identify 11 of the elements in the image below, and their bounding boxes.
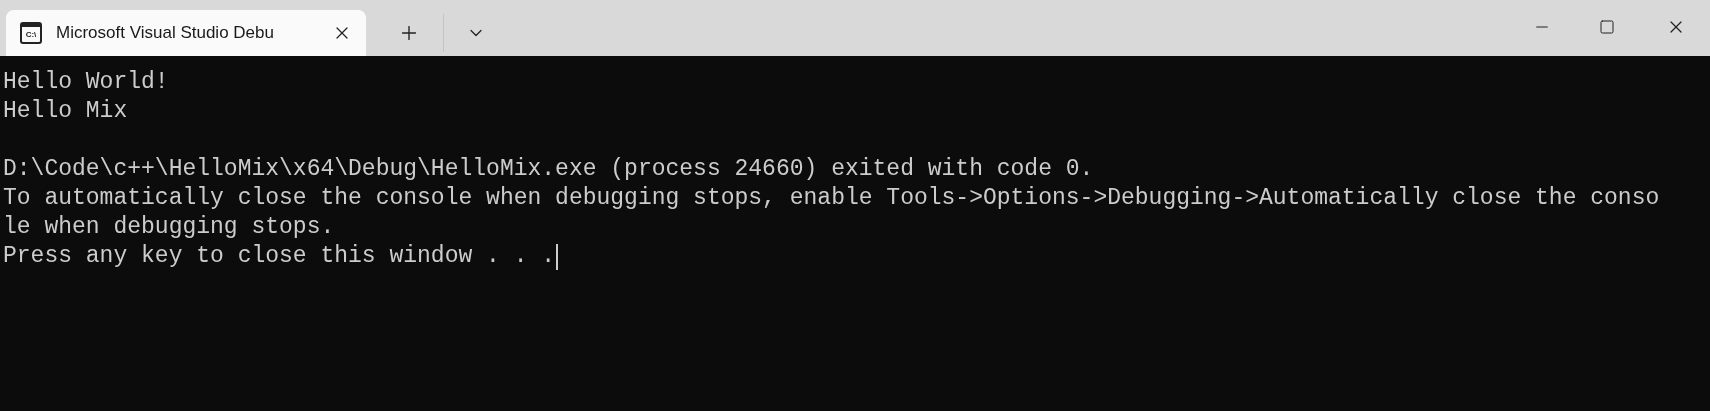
console-line: D:\Code\c++\HelloMix\x64\Debug\HelloMix.exe (process 24660) exited with code 0. <box>3 155 1094 184</box>
console-line: Press any key to close this window . . . <box>3 242 556 271</box>
console-line: Hello Mix <box>3 97 128 126</box>
console-line: To automatically close the console when debugging stops, enable Tools->Options->Debugging->Automatically close the conso <box>3 184 1660 213</box>
console-line: Hello World! <box>3 68 169 97</box>
console-icon: C:\ <box>20 22 42 44</box>
maximize-icon[interactable] <box>1599 19 1615 35</box>
tab-title: Microsoft Visual Studio Debu <box>56 22 275 45</box>
text-cursor-icon <box>556 243 559 270</box>
console-line: le when debugging stops. <box>3 213 335 242</box>
tab[interactable]: C:\ Microsoft Visual Studio Debu <box>6 10 366 56</box>
